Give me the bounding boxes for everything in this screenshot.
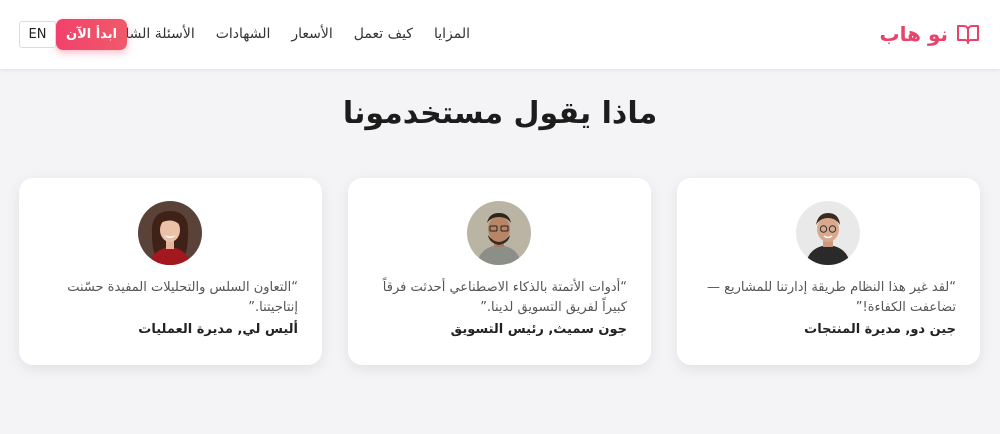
book-open-icon xyxy=(956,23,980,45)
language-toggle-button[interactable]: EN xyxy=(19,21,56,48)
testimonial-author: جين دو, مديرة المنتجات xyxy=(804,322,956,337)
testimonial-quote: “التعاون السلس والتحليلات المفيدة حسّنت … xyxy=(67,280,298,315)
testimonial-card: “أدوات الأتمتة بالذكاء الاصطناعي أحدثت ف… xyxy=(348,178,651,365)
nav-link-how-it-works[interactable]: كيف تعمل xyxy=(354,26,413,42)
testimonial-card: “لقد غير هذا النظام طريقة إدارتنا للمشار… xyxy=(677,178,980,365)
nav-link-testimonials[interactable]: الشهادات xyxy=(216,26,271,42)
brand-logo[interactable]: نو هاب xyxy=(880,22,981,46)
main-nav: المزايا كيف تعمل الأسعار الشهادات الأسئل… xyxy=(107,26,470,42)
get-started-button[interactable]: ابدأ الآن xyxy=(56,19,127,50)
nav-link-features[interactable]: المزايا xyxy=(434,26,470,42)
avatar xyxy=(138,201,202,265)
top-navbar: نو هاب المزايا كيف تعمل الأسعار الشهادات… xyxy=(0,0,1000,69)
testimonial-card: “التعاون السلس والتحليلات المفيدة حسّنت … xyxy=(19,178,322,365)
testimonial-author: أليس لي, مديرة العمليات xyxy=(138,322,298,337)
testimonial-author: جون سميث, رئيس التسويق xyxy=(450,322,627,337)
nav-link-pricing[interactable]: الأسعار xyxy=(291,26,332,42)
testimonial-quote: “أدوات الأتمتة بالذكاء الاصطناعي أحدثت ف… xyxy=(382,280,627,315)
section-title: ماذا يقول مستخدمونا xyxy=(342,96,658,131)
brand-name: نو هاب xyxy=(879,22,949,46)
avatar xyxy=(467,201,531,265)
testimonial-quote: “لقد غير هذا النظام طريقة إدارتنا للمشار… xyxy=(706,280,956,315)
avatar xyxy=(796,201,860,265)
